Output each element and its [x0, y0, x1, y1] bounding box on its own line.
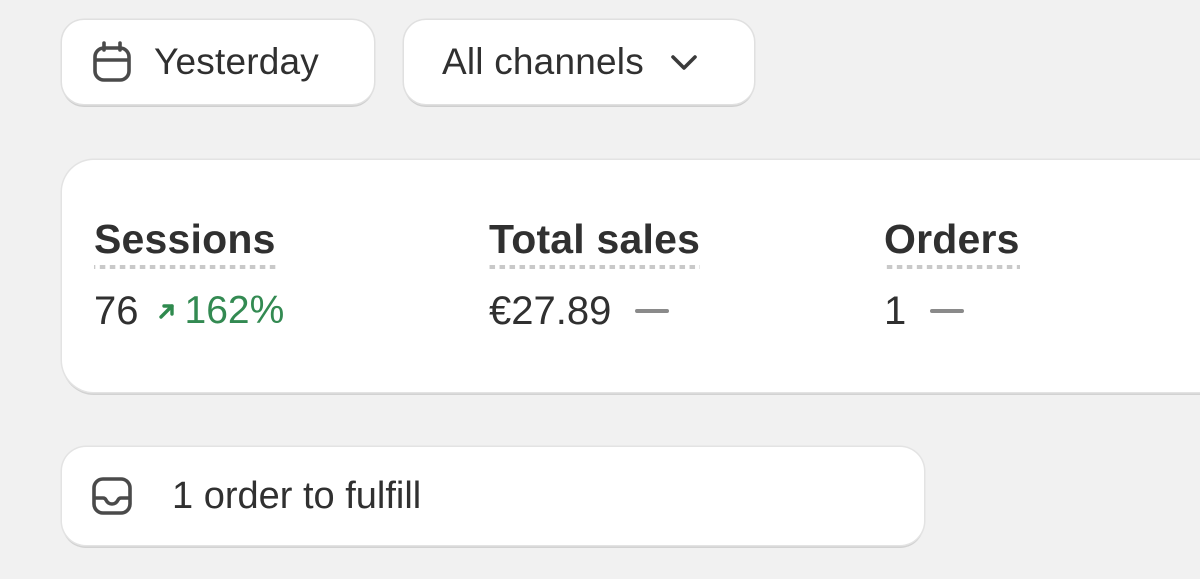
metric-value: €27.89: [489, 288, 612, 333]
date-range-label: Yesterday: [154, 41, 319, 82]
date-range-button[interactable]: Yesterday: [62, 20, 374, 104]
no-change-dash: [635, 309, 670, 313]
trend-indicator: 162%: [157, 289, 285, 333]
metric-value-row: 1: [884, 287, 1020, 335]
metric-orders[interactable]: Orders 1: [884, 216, 1020, 335]
metric-value: 76: [94, 288, 139, 333]
channel-select-button[interactable]: All channels: [404, 20, 754, 104]
metric-value-row: €27.89: [489, 287, 700, 335]
metric-title[interactable]: Sessions: [94, 216, 276, 269]
inbox-icon: [90, 474, 134, 518]
metric-value: 1: [884, 288, 907, 333]
channel-select-label: All channels: [442, 41, 644, 82]
orders-to-fulfill-button[interactable]: 1 order to fulfill: [62, 447, 924, 545]
metric-total-sales[interactable]: Total sales €27.89: [489, 216, 701, 335]
metric-sessions[interactable]: Sessions 76 162%: [94, 216, 284, 335]
no-change-dash: [930, 309, 965, 313]
metric-value-row: 76 162%: [94, 287, 284, 335]
trend-percentage: 162%: [184, 289, 285, 332]
metric-title[interactable]: Orders: [884, 216, 1020, 269]
chevron-down-icon: [668, 46, 700, 78]
metric-title[interactable]: Total sales: [489, 216, 701, 269]
arrow-up-right-icon: [157, 301, 177, 321]
metrics-card: Sessions 76 162% Total sales €27.89 Orde…: [62, 160, 1200, 392]
calendar-icon: [90, 40, 134, 84]
orders-to-fulfill-label: 1 order to fulfill: [172, 474, 422, 517]
